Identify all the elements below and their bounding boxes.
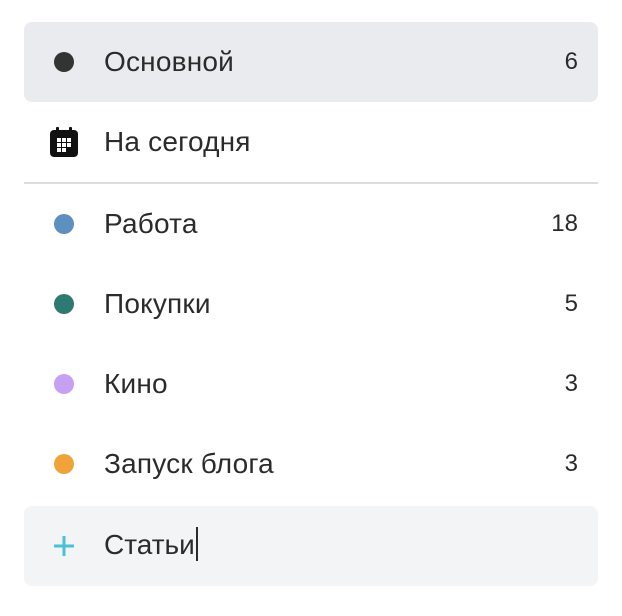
new-list-input-text[interactable]: Статьи bbox=[104, 527, 198, 564]
main-dot-icon bbox=[54, 52, 74, 72]
new-list-value: Статьи bbox=[104, 528, 195, 560]
list-item-blog-launch[interactable]: Запуск блога 3 bbox=[24, 424, 598, 504]
list-item-label: Покупки bbox=[104, 288, 211, 319]
list-item-movies[interactable]: Кино 3 bbox=[24, 344, 598, 424]
list-item-shopping[interactable]: Покупки 5 bbox=[24, 264, 598, 344]
list-item-count: 6 bbox=[564, 48, 578, 75]
color-dot-icon bbox=[54, 214, 74, 234]
list-item-label: Основной bbox=[104, 46, 234, 77]
list-item-label: На сегодня bbox=[104, 126, 251, 157]
list-item-count: 18 bbox=[551, 210, 578, 237]
color-dot-icon bbox=[54, 294, 74, 314]
list-item-count: 5 bbox=[564, 290, 578, 317]
list-item-work[interactable]: Работа 18 bbox=[24, 184, 598, 264]
list-item-label: Запуск блога bbox=[104, 448, 274, 479]
color-dot-icon bbox=[54, 374, 74, 394]
list-item-label: Работа bbox=[104, 208, 198, 239]
text-caret bbox=[195, 527, 198, 562]
plus-icon bbox=[53, 535, 75, 557]
list-item-main[interactable]: Основной 6 bbox=[24, 22, 598, 102]
calendar-icon bbox=[50, 127, 78, 157]
list-item-count: 3 bbox=[564, 370, 578, 397]
new-list-input[interactable]: Статьи bbox=[24, 506, 598, 586]
list-item-label: Кино bbox=[104, 368, 168, 399]
list-item-count: 3 bbox=[564, 450, 578, 477]
list-item-today[interactable]: На сегодня bbox=[24, 102, 598, 182]
lists-panel: Основной 6 На сегодня Работа 18 Покупки … bbox=[24, 22, 598, 586]
color-dot-icon bbox=[54, 454, 74, 474]
